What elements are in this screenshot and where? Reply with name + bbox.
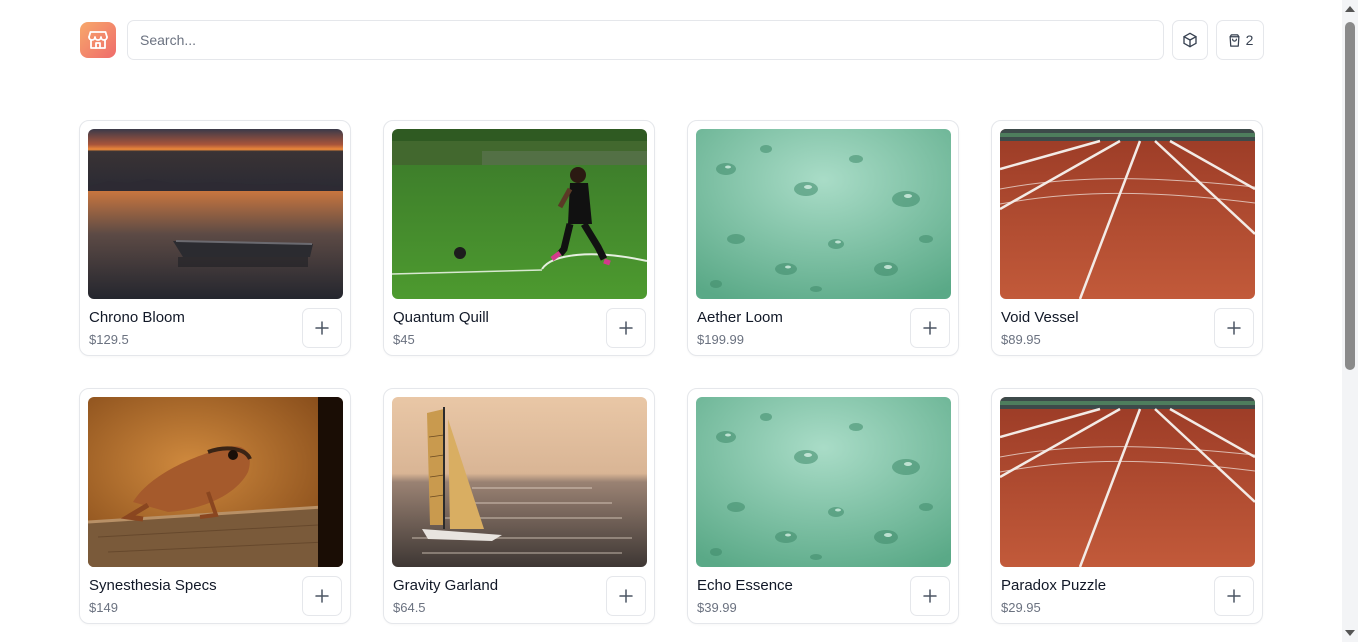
plus-icon	[619, 321, 633, 335]
add-to-cart-button[interactable]	[302, 576, 342, 616]
product-card[interactable]: Chrono Bloom $129.5	[79, 120, 351, 356]
add-to-cart-button[interactable]	[910, 308, 950, 348]
product-card[interactable]: Gravity Garland $64.5	[383, 388, 655, 624]
product-price: $29.95	[1001, 600, 1041, 615]
product-name: Chrono Bloom	[89, 309, 185, 326]
plus-icon	[923, 321, 937, 335]
product-image[interactable]	[88, 129, 343, 299]
product-grid: Chrono Bloom $129.5 Quantum Quill $45 Ae…	[79, 120, 1265, 624]
product-price: $89.95	[1001, 332, 1041, 347]
vertical-scrollbar[interactable]	[1342, 0, 1358, 642]
product-name: Aether Loom	[697, 309, 783, 326]
product-price: $64.5	[393, 600, 426, 615]
plus-icon	[1227, 321, 1241, 335]
product-image[interactable]	[696, 397, 951, 567]
product-image[interactable]	[88, 397, 343, 567]
plus-icon	[1227, 589, 1241, 603]
add-to-cart-button[interactable]	[910, 576, 950, 616]
product-price: $45	[393, 332, 415, 347]
product-price: $149	[89, 600, 118, 615]
product-name: Echo Essence	[697, 577, 793, 594]
package-button[interactable]	[1172, 20, 1208, 60]
header: 2	[80, 20, 1264, 60]
add-to-cart-button[interactable]	[606, 576, 646, 616]
product-name: Gravity Garland	[393, 577, 499, 594]
product-card[interactable]: Void Vessel $89.95	[991, 120, 1263, 356]
product-price: $39.99	[697, 600, 737, 615]
add-to-cart-button[interactable]	[1214, 308, 1254, 348]
product-name: Paradox Puzzle	[1001, 577, 1107, 594]
product-image[interactable]	[392, 397, 647, 567]
product-name: Synesthesia Specs	[89, 577, 217, 594]
product-image[interactable]	[392, 129, 647, 299]
product-name: Void Vessel	[1001, 309, 1079, 326]
search-bar[interactable]	[127, 20, 1164, 60]
cart-count: 2	[1245, 32, 1254, 48]
plus-icon	[619, 589, 633, 603]
product-price: $129.5	[89, 332, 129, 347]
package-icon	[1183, 32, 1197, 48]
product-image[interactable]	[1000, 129, 1255, 299]
scrollbar-thumb[interactable]	[1345, 22, 1355, 370]
product-price: $199.99	[697, 332, 744, 347]
add-to-cart-button[interactable]	[302, 308, 342, 348]
scroll-down-arrow-icon[interactable]	[1345, 630, 1355, 636]
product-card[interactable]: Aether Loom $199.99	[687, 120, 959, 356]
plus-icon	[923, 589, 937, 603]
plus-icon	[315, 321, 329, 335]
add-to-cart-button[interactable]	[1214, 576, 1254, 616]
product-card[interactable]: Quantum Quill $45	[383, 120, 655, 356]
product-card[interactable]: Echo Essence $39.99	[687, 388, 959, 624]
storefront-icon[interactable]	[80, 22, 116, 58]
product-card[interactable]: Synesthesia Specs $149	[79, 388, 351, 624]
scroll-up-arrow-icon[interactable]	[1345, 6, 1355, 12]
product-name: Quantum Quill	[393, 309, 489, 326]
plus-icon	[315, 589, 329, 603]
product-card[interactable]: Paradox Puzzle $29.95	[991, 388, 1263, 624]
add-to-cart-button[interactable]	[606, 308, 646, 348]
product-image[interactable]	[696, 129, 951, 299]
shopping-bag-icon	[1229, 33, 1240, 47]
cart-button[interactable]: 2	[1216, 20, 1264, 60]
product-image[interactable]	[1000, 397, 1255, 567]
search-input[interactable]	[140, 32, 1151, 48]
